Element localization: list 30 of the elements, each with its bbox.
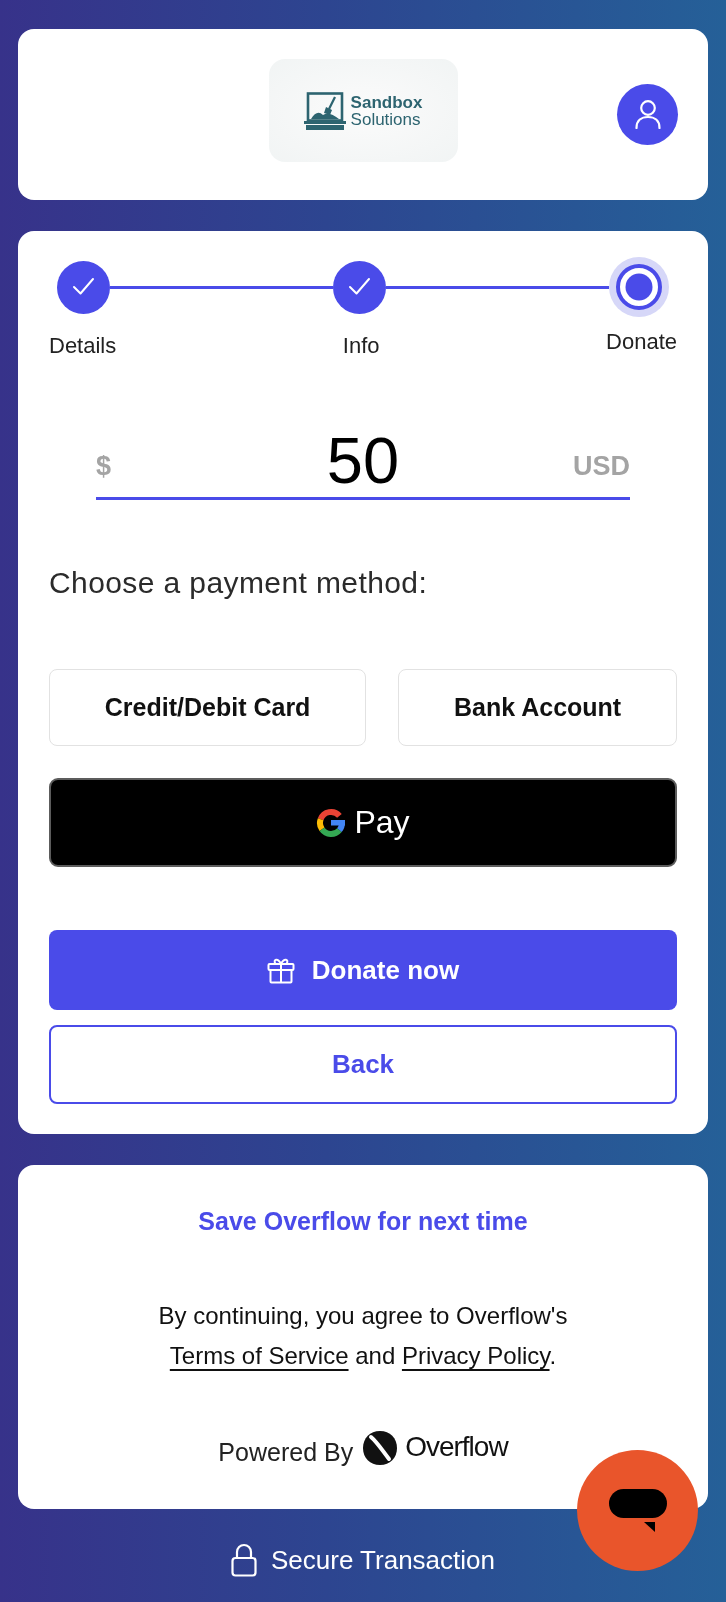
secure-transaction-label: Secure Transaction xyxy=(271,1543,495,1577)
chat-bubble-icon xyxy=(608,1489,667,1532)
legal-link[interactable]: Privacy Policy xyxy=(401,1342,550,1369)
brand-logo-icon xyxy=(362,1430,399,1466)
lock-icon xyxy=(231,1543,257,1577)
account-button[interactable] xyxy=(617,84,678,145)
user-icon xyxy=(634,100,661,129)
payment-method-heading: Choose a payment method: xyxy=(49,565,429,601)
pay-button[interactable]: Pay xyxy=(49,778,677,867)
brand-wordmark: Overflow xyxy=(405,1431,508,1463)
back-button[interactable]: Back xyxy=(49,1025,677,1104)
amount-value: 50 xyxy=(326,428,400,493)
step-label: Donate xyxy=(606,329,677,355)
step-label: Details xyxy=(49,333,117,359)
logo-text: Solutions xyxy=(350,110,422,128)
save-link[interactable]: Save Overflow for next time xyxy=(198,1206,528,1236)
currency-symbol: $ xyxy=(96,451,112,482)
logo-icon xyxy=(303,91,346,130)
payment-method-button[interactable]: Credit/Debit Card xyxy=(49,669,367,746)
legal-link[interactable]: Terms of Service xyxy=(169,1342,349,1369)
step-label: Info xyxy=(342,333,380,359)
powered-by-label: Powered By xyxy=(218,1437,354,1467)
gift-icon xyxy=(266,956,295,984)
donate-button[interactable]: Donate now xyxy=(49,930,677,1010)
payment-method-button[interactable]: Bank Account xyxy=(398,669,677,746)
legal-text: By continuing, you agree to Overflow's Terms of Service and Privacy Policy. xyxy=(157,1301,569,1371)
logo-text: Sandbox xyxy=(350,93,423,111)
amount-field[interactable]: $ 50 USD xyxy=(96,428,630,500)
currency-code: USD xyxy=(573,451,630,482)
g-logo-icon xyxy=(316,807,347,838)
